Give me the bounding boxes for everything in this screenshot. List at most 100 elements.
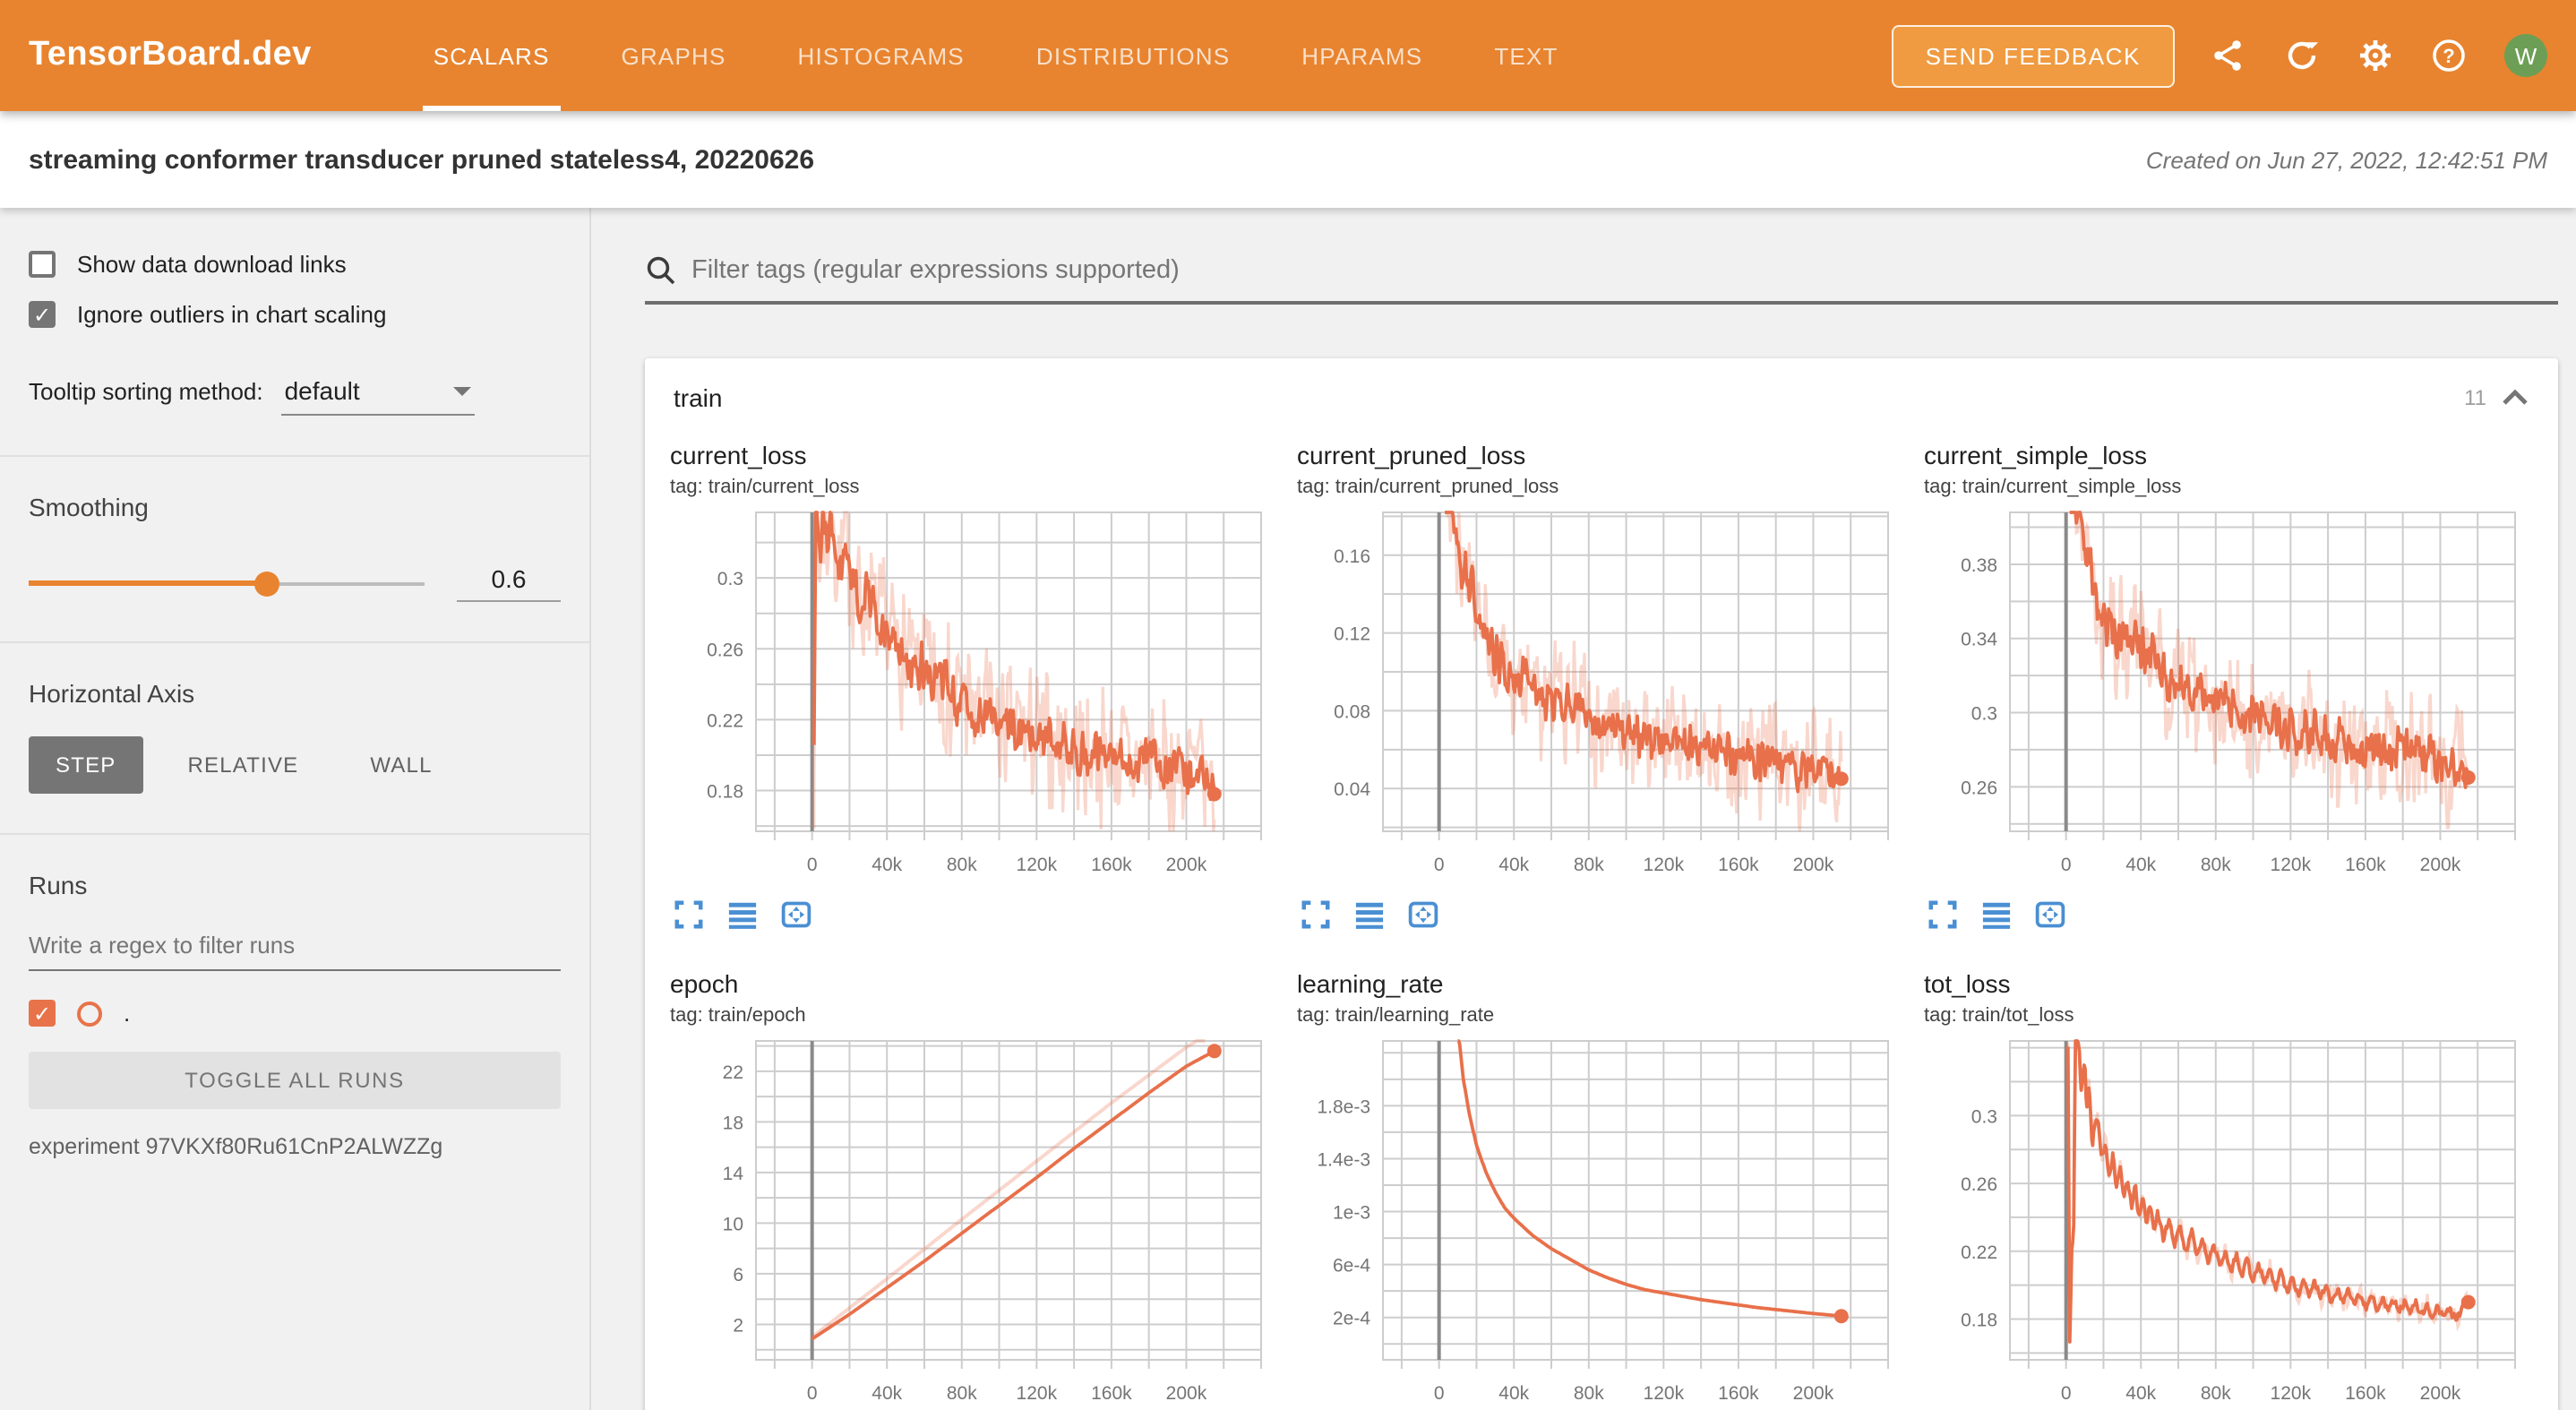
chart-title: epoch [670,966,1279,1002]
svg-text:0.16: 0.16 [1334,546,1370,567]
svg-text:0.3: 0.3 [1971,1106,1997,1127]
smoothing-row: 0.6 [29,564,561,602]
section-chart-count: 11 [2464,385,2486,410]
settings-gear-icon[interactable] [2357,38,2393,73]
avatar[interactable]: W [2504,34,2547,77]
run-name: . [124,1000,130,1027]
refresh-icon[interactable] [2284,38,2320,73]
app-logo: TensorBoard.dev [29,36,312,75]
svg-text:0.3: 0.3 [717,569,743,589]
svg-text:?: ? [2443,45,2454,67]
expand-chart-icon[interactable] [1928,899,1958,930]
svg-text:40k: 40k [2125,1383,2156,1404]
svg-text:80k: 80k [947,1383,977,1404]
svg-text:40k: 40k [872,1383,902,1404]
settings-sidebar: Show data download links ✓ Ignore outlie… [0,208,591,1410]
axis-step-button[interactable]: STEP [29,736,143,794]
tab-distributions[interactable]: DISTRIBUTIONS [1026,0,1241,111]
chevron-up-icon[interactable] [2501,387,2529,408]
smoothing-slider-knob[interactable] [253,571,279,596]
svg-text:1.8e-3: 1.8e-3 [1317,1096,1370,1117]
share-icon[interactable] [2211,38,2246,73]
svg-text:120k: 120k [2271,1383,2312,1404]
chart-card: tot_loss tag: train/tot_loss 0.180.220.2… [1924,966,2533,1410]
svg-text:0: 0 [807,1383,818,1404]
show-download-links-row[interactable]: Show data download links [29,251,561,278]
tensorboard-app: TensorBoard.dev SCALARS GRAPHS HISTOGRAM… [0,0,2576,1410]
svg-text:6e-4: 6e-4 [1333,1256,1370,1277]
train-section-card: train 11 current_loss tag: train/current… [645,358,2558,1410]
sidebar-divider [0,641,589,643]
svg-text:0: 0 [2061,855,2072,875]
svg-text:0: 0 [2061,1383,2072,1404]
ignore-outliers-checkbox[interactable]: ✓ [29,301,56,328]
experiment-title-bar: streaming conformer transducer pruned st… [0,111,2576,208]
runs-heading: Runs [29,871,561,899]
fit-domain-icon[interactable] [781,899,811,930]
help-icon[interactable]: ? [2431,38,2467,73]
smoothing-value[interactable]: 0.6 [457,564,561,602]
axis-wall-button[interactable]: WALL [343,736,459,794]
fit-domain-icon[interactable] [2035,899,2065,930]
show-download-links-checkbox[interactable] [29,251,56,278]
chart-plot[interactable]: 2e-46e-41e-31.4e-31.8e-3040k80k120k160k2… [1297,1034,1901,1410]
svg-text:200k: 200k [1793,1383,1834,1404]
svg-text:0.04: 0.04 [1334,779,1370,800]
runs-regex-input[interactable] [29,921,561,971]
chart-card: current_loss tag: train/current_loss 0.1… [670,437,1279,930]
tab-graphs[interactable]: GRAPHS [611,0,737,111]
charts-grid: current_loss tag: train/current_loss 0.1… [645,426,2558,1410]
chart-plot[interactable]: 2610141822040k80k120k160k200k [670,1034,1274,1410]
chart-title: learning_rate [1297,966,1906,1002]
tooltip-sorting-label: Tooltip sorting method: [29,378,263,405]
toggle-y-axis-icon[interactable] [727,899,758,930]
svg-text:200k: 200k [2420,855,2461,875]
run-checkbox[interactable]: ✓ [29,1000,56,1027]
filter-tags-input[interactable] [691,256,2558,285]
expand-chart-icon[interactable] [674,899,704,930]
send-feedback-button[interactable]: SEND FEEDBACK [1892,24,2175,87]
chart-plot[interactable]: 0.180.220.260.3040k80k120k160k200k [1924,1034,2528,1410]
svg-text:1e-3: 1e-3 [1333,1203,1370,1224]
smoothing-heading: Smoothing [29,493,561,521]
svg-text:0.12: 0.12 [1334,624,1370,645]
chart-tag: tag: train/current_pruned_loss [1297,473,1906,503]
toggle-y-axis-icon[interactable] [1354,899,1385,930]
svg-text:0.26: 0.26 [707,640,743,660]
svg-text:22: 22 [723,1062,743,1083]
toggle-y-axis-icon[interactable] [1981,899,2012,930]
tooltip-sorting-select[interactable]: default [281,373,475,416]
svg-text:200k: 200k [2420,1383,2461,1404]
chart-toolbar [1297,899,1906,930]
chart-plot[interactable]: 0.040.080.120.16040k80k120k160k200k [1297,505,1901,892]
run-row[interactable]: ✓ . [29,1000,561,1027]
svg-text:120k: 120k [1644,1383,1685,1404]
svg-text:80k: 80k [947,855,977,875]
toggle-all-runs-button[interactable]: TOGGLE ALL RUNS [29,1052,561,1109]
svg-text:120k: 120k [1017,855,1058,875]
search-icon [645,254,677,287]
tab-scalars[interactable]: SCALARS [423,0,561,111]
svg-text:0.08: 0.08 [1334,701,1370,722]
smoothing-slider[interactable] [29,571,425,596]
app-header: TensorBoard.dev SCALARS GRAPHS HISTOGRAM… [0,0,2576,111]
axis-relative-button[interactable]: RELATIVE [161,736,326,794]
tab-histograms[interactable]: HISTOGRAMS [787,0,975,111]
train-section-header[interactable]: train 11 [645,358,2558,426]
svg-text:120k: 120k [1017,1383,1058,1404]
svg-text:160k: 160k [2345,1383,2386,1404]
chart-card: learning_rate tag: train/learning_rate 2… [1297,966,1906,1410]
svg-text:40k: 40k [872,855,902,875]
svg-text:120k: 120k [2271,855,2312,875]
fit-domain-icon[interactable] [1408,899,1438,930]
ignore-outliers-row[interactable]: ✓ Ignore outliers in chart scaling [29,301,561,328]
chart-title: current_simple_loss [1924,437,2533,473]
svg-text:80k: 80k [2201,855,2231,875]
tab-hparams[interactable]: HPARAMS [1291,0,1433,111]
svg-text:0.26: 0.26 [1961,778,1997,798]
expand-chart-icon[interactable] [1301,899,1331,930]
chart-plot[interactable]: 0.180.220.260.3040k80k120k160k200k [670,505,1274,892]
tab-text[interactable]: TEXT [1483,0,1568,111]
chart-plot[interactable]: 0.260.30.340.38040k80k120k160k200k [1924,505,2528,892]
chart-title: current_pruned_loss [1297,437,1906,473]
